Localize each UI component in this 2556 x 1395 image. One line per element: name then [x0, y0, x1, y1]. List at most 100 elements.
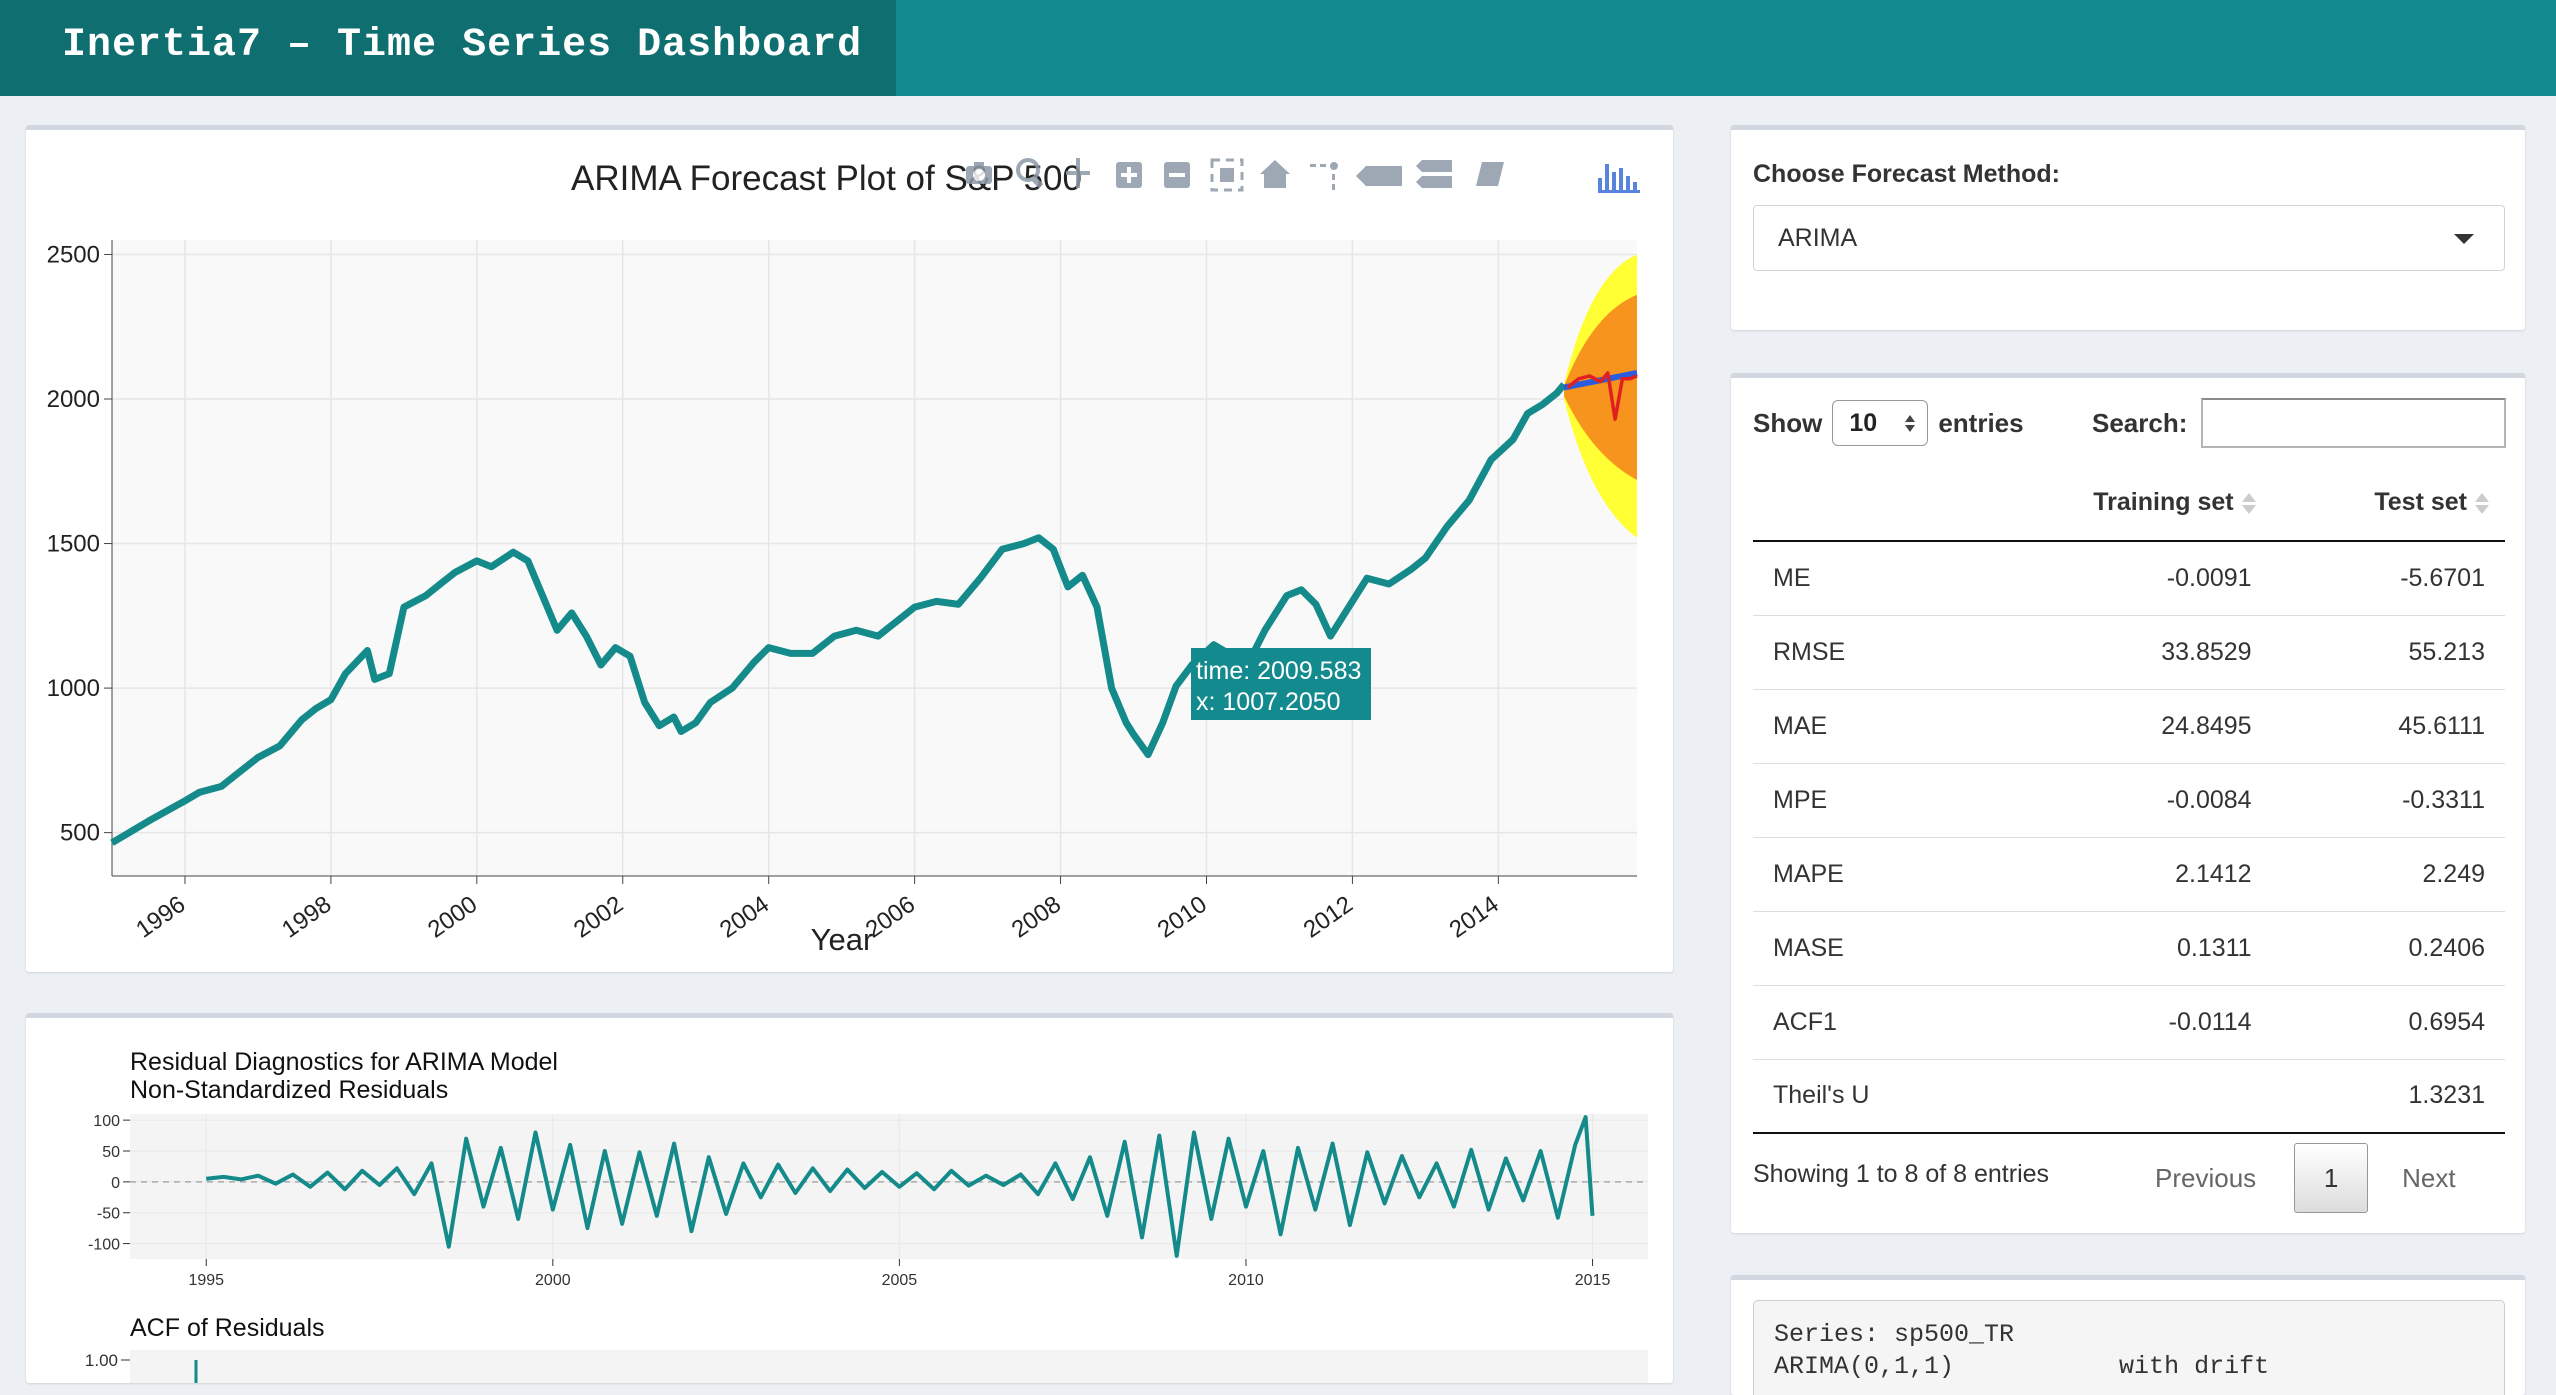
test-cell: 55.213: [2271, 614, 2505, 689]
test-cell: 1.3231: [2271, 1058, 2505, 1134]
sort-icon: [2475, 492, 2489, 514]
hover-closest-icon[interactable]: [1356, 166, 1402, 186]
metric-cell: RMSE: [1753, 614, 1953, 689]
x-tick-label: 2004: [715, 891, 774, 944]
test-cell: 2.249: [2271, 836, 2505, 911]
training-cell: -0.0114: [1953, 984, 2272, 1059]
forecast-plot[interactable]: 500 1000 1500 2000 2500 1996 1998 2000 2002 2004…: [26, 130, 1673, 972]
metric-cell: Theil's U: [1753, 1058, 1953, 1134]
resid-x-tick-label: 2005: [882, 1272, 918, 1289]
acf-title: ACF of Residuals: [130, 1314, 325, 1342]
table-row[interactable]: MPE -0.0084 -0.3311: [1753, 762, 2505, 837]
forecast-plot-box: 500 1000 1500 2000 2500 1996 1998 2000 2002 2004…: [26, 125, 1673, 972]
column-header-test-set[interactable]: Test set: [2271, 465, 2505, 542]
hover-compare-icon[interactable]: [1416, 160, 1452, 188]
training-cell: 2.1412: [1953, 836, 2272, 911]
y-tick-label: 1000: [47, 675, 100, 702]
x-tick-label: 1998: [277, 891, 336, 944]
residuals-box: Residual Diagnostics for ARIMA Model Non…: [26, 1013, 1673, 1383]
metric-cell: MASE: [1753, 910, 1953, 985]
pagination: Previous 1 Next: [2155, 1143, 2456, 1213]
entries-label: entries: [1938, 407, 2024, 438]
previous-page-button[interactable]: Previous: [2155, 1163, 2256, 1194]
search-label: Search:: [2092, 407, 2188, 438]
table-row[interactable]: ACF1 -0.0114 0.6954: [1753, 984, 2505, 1059]
resid-x-tick-label: 2010: [1228, 1272, 1264, 1289]
column-header-metric: [1753, 465, 1953, 542]
residuals-title: Residual Diagnostics for ARIMA Model: [130, 1048, 558, 1076]
table-row[interactable]: ME -0.0091 -5.6701: [1753, 540, 2505, 615]
resid-x-tick-label: 2000: [535, 1272, 571, 1289]
top-header: Inertia7 – Time Series Dashboard: [0, 0, 2556, 96]
plotly-logo-icon[interactable]: [1598, 164, 1640, 193]
resid-x-tick-label: 1995: [188, 1272, 224, 1289]
resid-y-tick-label: -100: [88, 1237, 120, 1254]
x-tick-label: 2010: [1153, 891, 1212, 944]
y-tick-label: 2000: [47, 386, 100, 413]
hover-tooltip: time: 2009.583 x: 1007.2050: [1191, 648, 1371, 720]
residuals-plot-area: [130, 1114, 1648, 1259]
tooltip-line-value: x: 1007.2050: [1196, 688, 1341, 716]
acf-plot-area: [130, 1350, 1648, 1383]
autoscale-icon[interactable]: [1210, 158, 1244, 192]
forecast-method-label: Choose Forecast Method:: [1753, 160, 2060, 188]
table-row[interactable]: MAE 24.8495 45.6111: [1753, 688, 2505, 763]
metric-cell: ME: [1753, 540, 1953, 615]
summary-line-model: ARIMA(0,1,1) with drift: [1774, 1352, 2270, 1381]
home-icon[interactable]: [1260, 160, 1290, 188]
zoom-out-icon[interactable]: [1164, 162, 1190, 188]
show-label: Show: [1753, 407, 1823, 438]
show-data-icon[interactable]: [1476, 162, 1504, 186]
forecast-method-box: Choose Forecast Method: ARIMA: [1731, 125, 2525, 330]
y-tick-label: 2500: [47, 241, 100, 268]
accuracy-table: Training set Test set ME -0.0091 -5.6701 R…: [1753, 465, 2505, 1134]
resid-x-tick-label: 2015: [1575, 1272, 1611, 1289]
entries-length-value: 10: [1849, 408, 1878, 437]
search-input[interactable]: [2201, 398, 2507, 448]
y-tick-label: 500: [60, 820, 100, 847]
metric-cell: MAE: [1753, 688, 1953, 763]
column-header-training-set[interactable]: Training set: [1953, 465, 2272, 542]
residual-diagnostics-plot[interactable]: Residual Diagnostics for ARIMA Model Non…: [26, 1018, 1673, 1383]
training-cell: 24.8495: [1953, 688, 2272, 763]
length-control: Show 10 entries: [1753, 398, 2024, 448]
resid-y-tick-label: 0: [111, 1175, 120, 1192]
forecast-plot-xlabel: Year: [811, 922, 874, 957]
x-tick-label: 2014: [1445, 891, 1504, 944]
page-1-button[interactable]: 1: [2294, 1143, 2369, 1213]
table-info: Showing 1 to 8 of 8 entries: [1753, 1160, 2050, 1188]
entries-length-select[interactable]: 10: [1832, 400, 1929, 446]
resid-y-tick-label: 100: [93, 1113, 120, 1130]
test-cell: -0.3311: [2271, 762, 2505, 837]
training-cell: -0.0091: [1953, 540, 2272, 615]
next-page-button[interactable]: Next: [2402, 1163, 2455, 1194]
x-tick-label: 2002: [569, 891, 628, 944]
table-row[interactable]: RMSE 33.8529 55.213: [1753, 614, 2505, 689]
test-cell: -5.6701: [2271, 540, 2505, 615]
residuals-subtitle: Non-Standardized Residuals: [130, 1076, 448, 1104]
sort-icon: [2241, 492, 2256, 514]
test-cell: 45.6111: [2271, 688, 2505, 763]
app-title[interactable]: Inertia7 – Time Series Dashboard: [0, 0, 896, 96]
spinner-arrows-icon: [1905, 414, 1916, 432]
table-header-row: Training set Test set: [1753, 465, 2505, 542]
y-tick-label: 1500: [47, 531, 100, 558]
zoom-in-icon[interactable]: [1116, 162, 1142, 188]
test-cell: 0.6954: [2271, 984, 2505, 1059]
x-tick-label: 1996: [131, 891, 190, 944]
table-row[interactable]: Theil's U 1.3231: [1753, 1058, 2505, 1134]
spike-lines-icon[interactable]: [1310, 162, 1338, 190]
training-cell: 33.8529: [1953, 614, 2272, 689]
resid-y-tick-label: -50: [97, 1206, 120, 1223]
metric-cell: ACF1: [1753, 984, 1953, 1059]
test-cell: 0.2406: [2271, 910, 2505, 985]
search-control: Search:: [2092, 398, 2507, 448]
table-row[interactable]: MASE 0.1311 0.2406: [1753, 910, 2505, 985]
forecast-method-select[interactable]: ARIMA: [1753, 205, 2505, 271]
forecast-method-selected: ARIMA: [1778, 224, 1858, 252]
table-row[interactable]: MAPE 2.1412 2.249: [1753, 836, 2505, 911]
accuracy-table-box: Show 10 entries Search: Training set Tes…: [1731, 373, 2525, 1233]
forecast-plot-area[interactable]: [112, 240, 1637, 876]
training-cell: -0.0084: [1953, 762, 2272, 837]
training-cell: [1953, 1058, 2272, 1134]
